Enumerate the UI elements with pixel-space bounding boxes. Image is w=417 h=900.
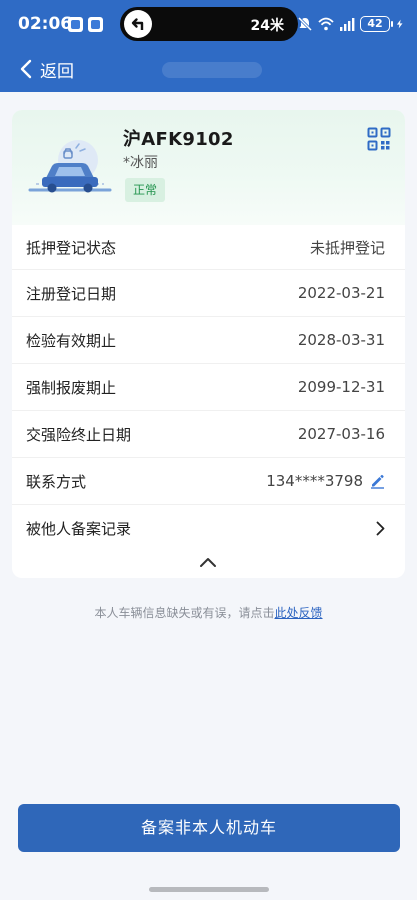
edit-icon[interactable] <box>369 473 385 489</box>
plate-number: 沪AFK9102 <box>123 129 234 150</box>
vehicle-card: 沪AFK9102 *冰丽 正常 抵押登记状态 未抵押登记 注册登记日期 2022… <box>12 110 405 578</box>
info-row-filing-records[interactable]: 被他人备案记录 <box>12 505 405 552</box>
cell-signal-icon <box>340 18 355 31</box>
info-row-scrap-deadline: 强制报废期止 2099-12-31 <box>12 364 405 411</box>
home-indicator[interactable] <box>149 887 269 892</box>
feedback-note: 本人车辆信息缺失或有误，请点击此处反馈 <box>0 604 417 621</box>
status-icons: 42 <box>297 15 405 33</box>
info-label: 注册登记日期 <box>26 284 117 303</box>
back-button[interactable]: 返回 <box>20 52 74 86</box>
turn-left-icon <box>124 10 152 38</box>
info-label: 被他人备案记录 <box>26 520 132 538</box>
page-title-placeholder <box>162 62 262 78</box>
chevron-up-icon[interactable] <box>195 551 221 573</box>
vehicle-summary: 沪AFK9102 *冰丽 正常 <box>12 110 405 225</box>
info-value: 未抵押登记 <box>309 238 385 257</box>
info-row-mortgage: 抵押登记状态 未抵押登记 <box>12 225 405 270</box>
back-label: 返回 <box>40 61 74 82</box>
charging-icon <box>396 19 403 29</box>
info-row-contact: 联系方式 134****3798 <box>12 458 405 505</box>
feedback-link[interactable]: 此处反馈 <box>275 606 323 620</box>
nav-distance: 24米 <box>250 18 284 34</box>
chevron-left-icon <box>20 59 32 79</box>
info-label: 强制报废期止 <box>26 378 117 397</box>
notification-app-icon <box>68 17 83 32</box>
info-value: 134****3798 <box>266 472 385 490</box>
vehicle-info-list: 抵押登记状态 未抵押登记 注册登记日期 2022-03-21 检验有效期止 20… <box>12 225 405 552</box>
contact-phone: 134****3798 <box>266 472 363 490</box>
wifi-icon <box>318 17 334 31</box>
info-row-inspection-expiry: 检验有效期止 2028-03-31 <box>12 317 405 364</box>
car-illustration-icon <box>28 140 112 193</box>
dynamic-island-navigation[interactable]: 24米 <box>120 7 298 41</box>
battery-icon: 42 <box>360 16 393 32</box>
register-other-vehicle-button[interactable]: 备案非本人机动车 <box>18 804 400 852</box>
status-time: 02:06 <box>18 14 73 34</box>
info-row-registration-date: 注册登记日期 2022-03-21 <box>12 270 405 317</box>
chevron-right-icon <box>376 521 385 536</box>
status-bar: 02:06 24米 42 <box>0 0 417 48</box>
owner-name: *冰丽 <box>123 155 158 171</box>
header: 02:06 24米 42 返回 <box>0 0 417 92</box>
feedback-text: 本人车辆信息缺失或有误，请点击 <box>94 606 275 620</box>
info-row-insurance-expiry: 交强险终止日期 2027-03-16 <box>12 411 405 458</box>
mute-icon <box>297 16 313 32</box>
info-value: 2028-03-31 <box>297 331 385 349</box>
info-label: 抵押登记状态 <box>26 238 117 257</box>
info-value: 2099-12-31 <box>297 378 385 396</box>
status-badge: 正常 <box>125 178 166 202</box>
info-label: 交强险终止日期 <box>26 425 132 444</box>
info-value: 2022-03-21 <box>297 284 385 302</box>
nav-bar: 返回 <box>0 48 417 92</box>
info-label: 检验有效期止 <box>26 331 117 350</box>
info-value: 2027-03-16 <box>297 425 385 443</box>
info-label: 联系方式 <box>26 472 87 491</box>
qr-code-icon[interactable] <box>367 127 391 151</box>
notification-alipay-icon <box>88 17 103 32</box>
